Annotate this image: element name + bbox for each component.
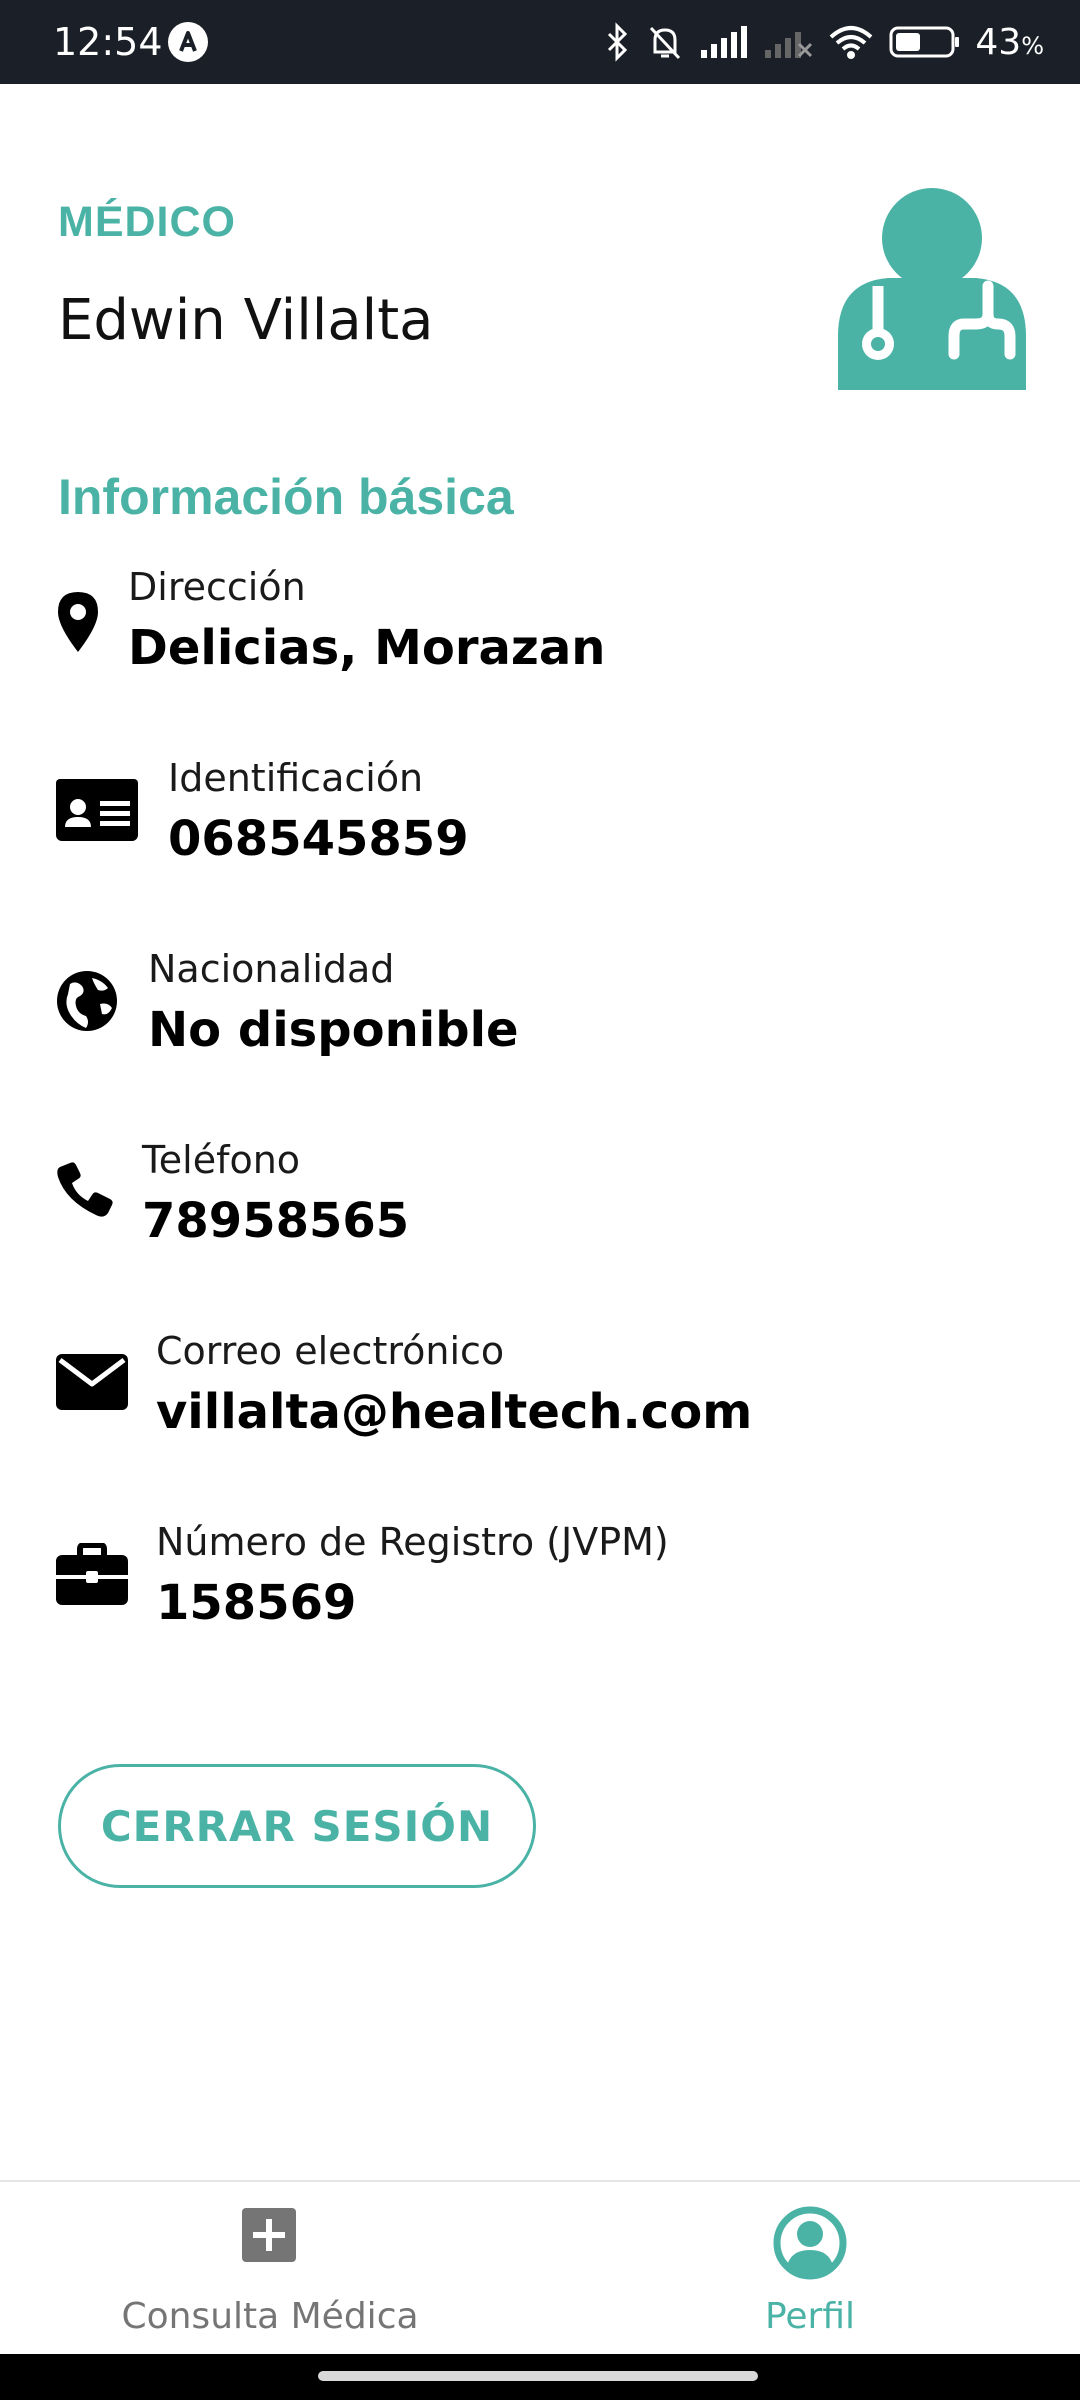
status-icons: 43% (605, 16, 1044, 68)
status-time: 12:54 (53, 20, 163, 64)
id-card-icon (56, 779, 138, 841)
nav-item-perfil[interactable]: Perfil (540, 2182, 1080, 2356)
info-identification-label: Identificación (168, 756, 424, 800)
info-registry: Número de Registro (JVPM) 158569 (56, 1519, 836, 1639)
location-pin-icon (58, 592, 98, 652)
info-address-value: Delicias, Morazan (128, 620, 606, 676)
nav-item-consulta-medica[interactable]: Consulta Médica (0, 2182, 540, 2356)
signal-icon (701, 26, 748, 58)
info-phone-label: Teléfono (142, 1138, 301, 1182)
info-registry-value: 158569 (156, 1575, 357, 1631)
phone-icon (57, 1162, 113, 1217)
battery-percentage: 43% (975, 21, 1044, 63)
home-gesture-handle[interactable] (318, 2371, 758, 2381)
info-address: Dirección Delicias, Morazan (56, 564, 756, 684)
bottom-nav: Consulta Médica Perfil (0, 2180, 1080, 2354)
info-email-label: Correo electrónico (156, 1329, 505, 1373)
battery-icon (889, 26, 960, 58)
doctor-stethoscope-icon (838, 188, 1026, 390)
info-nationality-label: Nacionalidad (148, 947, 395, 991)
info-nationality: Nacionalidad No disponible (56, 946, 756, 1066)
envelope-icon (56, 1354, 128, 1410)
doctor-name: Edwin Villalta (58, 288, 434, 353)
info-nationality-value: No disponible (148, 1002, 519, 1058)
section-title-basic-info: Información básica (58, 469, 514, 525)
status-bar: 12:54 43% (0, 0, 1080, 84)
plus-square-icon (242, 2208, 296, 2262)
info-phone: Teléfono 78958565 (56, 1137, 756, 1257)
info-registry-label: Número de Registro (JVPM) (156, 1520, 669, 1564)
info-email: Correo electrónico villalta@healtech.com (56, 1328, 836, 1448)
nav-label-consulta-medica: Consulta Médica (121, 2296, 419, 2337)
user-circle-icon (773, 2206, 847, 2280)
bluetooth-icon (608, 22, 628, 62)
logout-button[interactable]: CERRAR SESIÓN (58, 1764, 536, 1888)
nav-label-perfil: Perfil (764, 2296, 856, 2337)
info-identification: Identificación 068545859 (56, 755, 756, 875)
bell-off-icon (650, 26, 681, 60)
gesture-navigation-bar (0, 2354, 1080, 2400)
wifi-icon (830, 26, 873, 59)
app-notification-icon (168, 22, 208, 62)
info-address-label: Dirección (128, 565, 306, 609)
globe-icon (57, 971, 117, 1031)
info-identification-value: 068545859 (168, 811, 469, 867)
info-phone-value: 78958565 (142, 1193, 410, 1249)
info-email-value: villalta@healtech.com (156, 1384, 753, 1440)
signal-no-service-icon (765, 32, 813, 58)
role-label: MÉDICO (58, 198, 236, 246)
briefcase-icon (56, 1543, 128, 1605)
